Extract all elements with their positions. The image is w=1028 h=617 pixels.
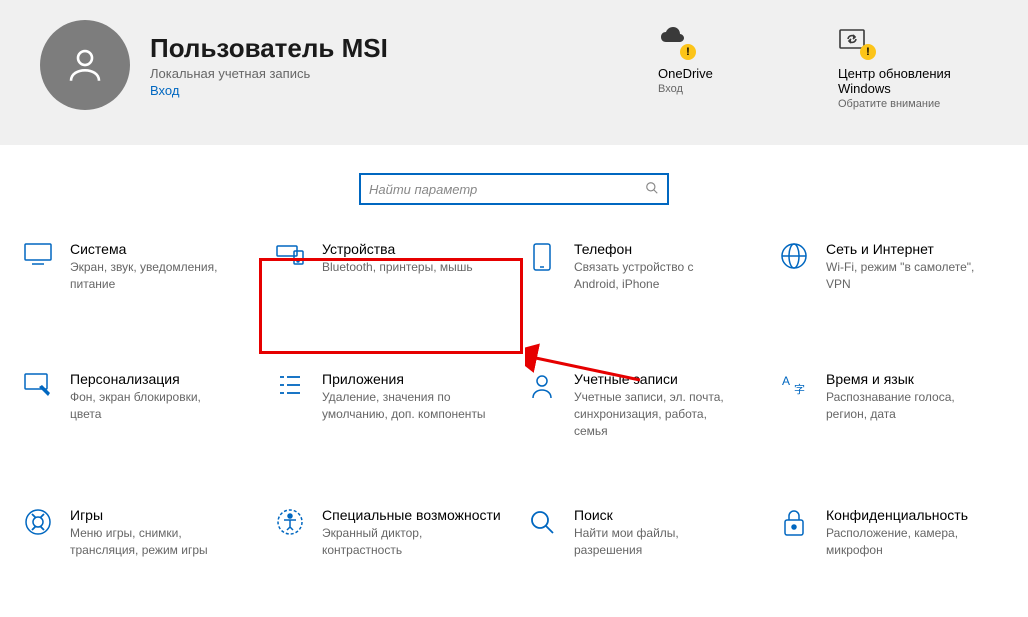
settings-header: Пользователь MSI Локальная учетная запис…	[0, 0, 1028, 145]
category-title: Приложения	[322, 371, 487, 387]
search-icon	[645, 181, 659, 198]
category-desc: Фон, экран блокировки, цвета	[70, 389, 235, 423]
category-personalization[interactable]: Персонализация Фон, экран блокировки, цв…	[10, 357, 262, 453]
category-title: Система	[70, 241, 235, 257]
user-text: Пользователь MSI Локальная учетная запис…	[150, 33, 388, 98]
category-title: Поиск	[574, 507, 739, 523]
category-title: Сеть и Интернет	[826, 241, 991, 257]
category-desc: Экранный диктор, контрастность	[322, 525, 487, 559]
category-title: Устройства	[322, 241, 473, 257]
svg-text:字: 字	[794, 382, 805, 396]
category-title: Время и язык	[826, 371, 991, 387]
update-sub: Обратите внимание	[838, 98, 958, 110]
category-phone[interactable]: Телефон Связать устройство с Android, iP…	[514, 227, 766, 317]
avatar[interactable]	[40, 20, 130, 110]
account-type: Локальная учетная запись	[150, 66, 388, 81]
category-title: Специальные возможности	[322, 507, 501, 523]
category-devices[interactable]: Устройства Bluetooth, принтеры, мышь	[262, 227, 514, 317]
accessibility-icon	[274, 507, 306, 569]
category-grid: Система Экран, звук, уведомления, питани…	[0, 227, 1028, 583]
category-desc: Связать устройство с Android, iPhone	[574, 259, 739, 293]
category-desc: Wi-Fi, режим "в самолете", VPN	[826, 259, 991, 293]
warning-badge: !	[680, 44, 696, 60]
category-gaming[interactable]: Игры Меню игры, снимки, трансляция, режи…	[10, 493, 262, 583]
apps-icon	[274, 371, 306, 439]
category-system[interactable]: Система Экран, звук, уведомления, питани…	[10, 227, 262, 317]
search-row	[0, 145, 1028, 227]
svg-text:A: A	[782, 374, 790, 388]
category-title: Конфиденциальность	[826, 507, 991, 523]
category-desc: Bluetooth, принтеры, мышь	[322, 259, 473, 276]
time-language-icon: A字	[778, 371, 810, 439]
category-desc: Расположение, камера, микрофон	[826, 525, 991, 559]
globe-icon	[778, 241, 810, 303]
category-desc: Удаление, значения по умолчанию, доп. ко…	[322, 389, 487, 423]
category-desc: Найти мои файлы, разрешения	[574, 525, 739, 559]
gaming-icon	[22, 507, 54, 569]
user-block: Пользователь MSI Локальная учетная запис…	[40, 20, 658, 110]
onedrive-title: OneDrive	[658, 66, 778, 81]
search-input[interactable]	[369, 182, 645, 197]
category-title: Учетные записи	[574, 371, 739, 387]
header-tiles: ! OneDrive Вход ! Центр обновления Windo…	[658, 26, 958, 110]
category-desc: Меню игры, снимки, трансляция, режим игр…	[70, 525, 235, 559]
user-name: Пользователь MSI	[150, 33, 388, 64]
category-title: Персонализация	[70, 371, 235, 387]
search-box[interactable]	[359, 173, 669, 205]
search-cat-icon	[526, 507, 558, 569]
category-desc: Учетные записи, эл. почта, синхронизация…	[574, 389, 739, 439]
user-icon	[64, 44, 106, 86]
onedrive-tile[interactable]: ! OneDrive Вход	[658, 26, 778, 110]
category-privacy[interactable]: Конфиденциальность Расположение, камера,…	[766, 493, 1018, 583]
category-network[interactable]: Сеть и Интернет Wi-Fi, режим "в самолете…	[766, 227, 1018, 317]
update-tile[interactable]: ! Центр обновления Windows Обратите вним…	[838, 26, 958, 110]
category-time-language[interactable]: A字 Время и язык Распознавание голоса, ре…	[766, 357, 1018, 453]
accounts-icon	[526, 371, 558, 439]
update-title: Центр обновления Windows	[838, 66, 958, 96]
warning-badge: !	[860, 44, 876, 60]
category-search[interactable]: Поиск Найти мои файлы, разрешения	[514, 493, 766, 583]
category-accounts[interactable]: Учетные записи Учетные записи, эл. почта…	[514, 357, 766, 453]
cloud-icon	[658, 26, 688, 46]
personalization-icon	[22, 371, 54, 439]
category-title: Телефон	[574, 241, 739, 257]
signin-link[interactable]: Вход	[150, 83, 388, 98]
category-apps[interactable]: Приложения Удаление, значения по умолчан…	[262, 357, 514, 453]
system-icon	[22, 241, 54, 303]
category-title: Игры	[70, 507, 235, 523]
privacy-icon	[778, 507, 810, 569]
category-desc: Распознавание голоса, регион, дата	[826, 389, 991, 423]
category-desc: Экран, звук, уведомления, питание	[70, 259, 235, 293]
devices-icon	[274, 241, 306, 303]
category-ease-of-access[interactable]: Специальные возможности Экранный диктор,…	[262, 493, 514, 583]
onedrive-sub: Вход	[658, 83, 778, 95]
phone-icon	[526, 241, 558, 303]
